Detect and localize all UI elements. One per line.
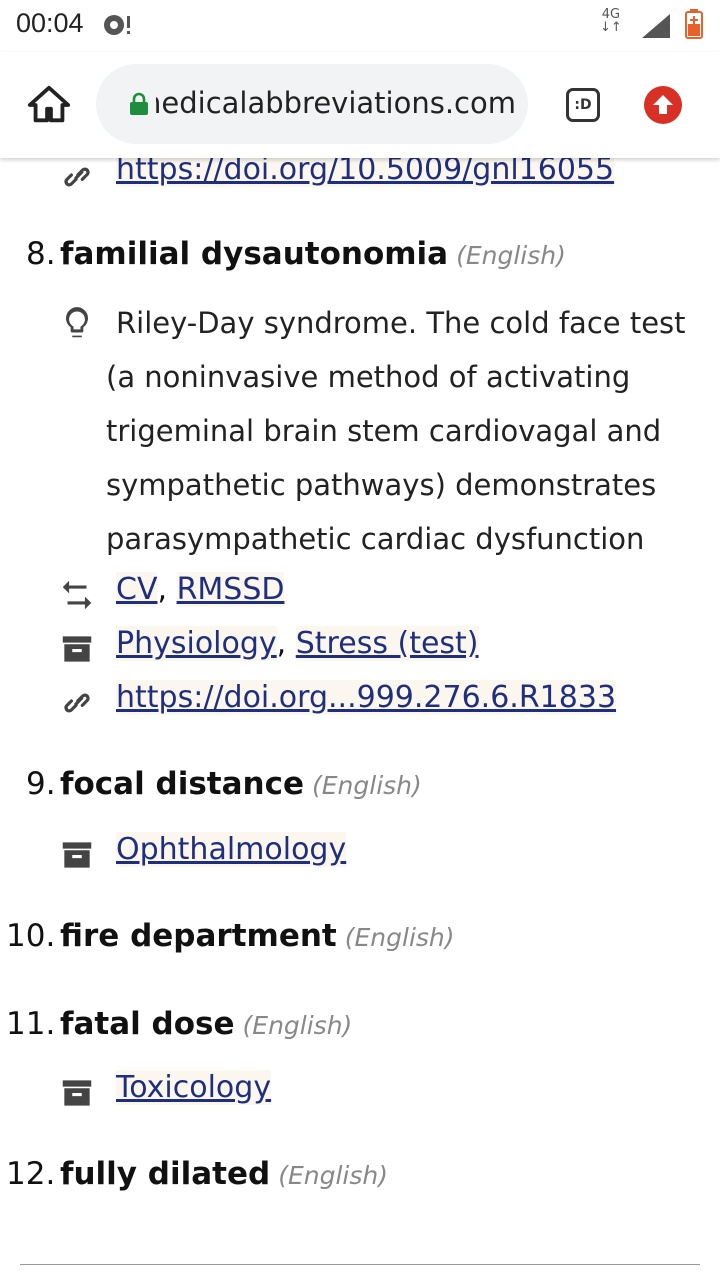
entry-term[interactable]: familial dysautonomia (English)	[60, 236, 566, 272]
entry-8-categories: Physiology, Stress (test)	[0, 626, 720, 670]
network-indicator: 4G ↓↑	[600, 8, 622, 34]
lightbulb-icon	[66, 307, 88, 338]
synonym-link-rmssd[interactable]: RMSSD	[176, 572, 285, 607]
entry-10-header: 10. fire department (English)	[0, 918, 720, 968]
category-link-stress[interactable]: Stress (test)	[295, 626, 479, 661]
archive-box-icon	[62, 636, 92, 662]
entry-number: 8.	[26, 236, 56, 272]
term-text: fatal dose	[60, 1006, 235, 1042]
entry-8-synonyms: CV, RMSSD	[0, 572, 720, 616]
language-label: (English)	[311, 771, 422, 800]
entry-11-categories: Toxicology	[0, 1070, 720, 1114]
term-text: fully dilated	[60, 1156, 271, 1192]
category-links: Toxicology	[116, 1070, 272, 1105]
entry-9-categories: Ophthalmology	[0, 832, 720, 876]
archive-box-icon	[62, 1080, 92, 1106]
entry-9-header: 9. focal distance (English)	[0, 766, 720, 816]
category-links: Ophthalmology	[116, 832, 347, 867]
notification-icon	[104, 15, 130, 35]
term-text: fire department	[60, 918, 337, 954]
tab-switcher-button[interactable]: :D	[566, 88, 600, 122]
link-icon	[64, 693, 90, 713]
home-icon[interactable]	[26, 82, 72, 128]
language-label: (English)	[456, 241, 566, 270]
data-arrows-icon: ↓↑	[600, 20, 622, 35]
language-label: (English)	[278, 1161, 388, 1190]
term-text: focal distance	[60, 766, 304, 802]
entry-number: 11.	[6, 1006, 56, 1042]
entry-number: 12.	[6, 1156, 56, 1192]
entry-number: 10.	[6, 918, 56, 954]
entry-number: 9.	[26, 766, 56, 802]
synonym-link-cv[interactable]: CV	[116, 572, 158, 607]
entry-term[interactable]: focal distance (English)	[60, 766, 422, 802]
entry-description: Riley-Day syndrome. The cold face test (…	[106, 306, 686, 556]
category-link-toxicology[interactable]: Toxicology	[116, 1070, 272, 1105]
link-icon	[64, 167, 90, 187]
url-text: medicalabbreviations.com	[156, 86, 516, 120]
lock-icon	[130, 92, 148, 115]
entry-12-header: 12. fully dilated (English)	[0, 1156, 720, 1206]
entry-term[interactable]: fatal dose (English)	[60, 1006, 352, 1042]
entry-11-header: 11. fatal dose (English)	[0, 1006, 720, 1056]
update-button[interactable]	[644, 86, 682, 124]
results-list: https://doi.org/10.5009/gnl16055 8. fami…	[0, 0, 720, 1280]
battery-icon	[685, 9, 703, 39]
category-link-ophthalmology[interactable]: Ophthalmology	[116, 832, 347, 867]
browser-toolbar: medicalabbreviations.com :D	[0, 52, 720, 158]
status-bar: 00:04 4G ↓↑	[0, 0, 720, 52]
synonym-links: CV, RMSSD	[116, 572, 285, 607]
language-label: (English)	[344, 923, 455, 952]
category-links: Physiology, Stress (test)	[116, 626, 479, 661]
arrow-up-icon	[653, 95, 673, 114]
status-time: 00:04	[16, 8, 84, 38]
term-text: familial dysautonomia	[60, 236, 449, 272]
entry-term[interactable]: fully dilated (English)	[60, 1156, 388, 1192]
language-label: (English)	[242, 1011, 353, 1040]
doi-link[interactable]: https://doi.org...999.276.6.R1833	[116, 680, 617, 715]
entry-term[interactable]: fire department (English)	[60, 918, 455, 954]
divider	[20, 1264, 700, 1265]
address-bar[interactable]: medicalabbreviations.com	[96, 64, 528, 144]
category-link-physiology[interactable]: Physiology	[116, 626, 277, 661]
entry-8-header: 8. familial dysautonomia (English)	[0, 236, 720, 286]
archive-box-icon	[62, 842, 92, 868]
entry-8-doi-row: https://doi.org...999.276.6.R1833	[0, 680, 720, 724]
signal-icon	[642, 14, 670, 38]
swap-arrows-icon	[62, 580, 92, 610]
